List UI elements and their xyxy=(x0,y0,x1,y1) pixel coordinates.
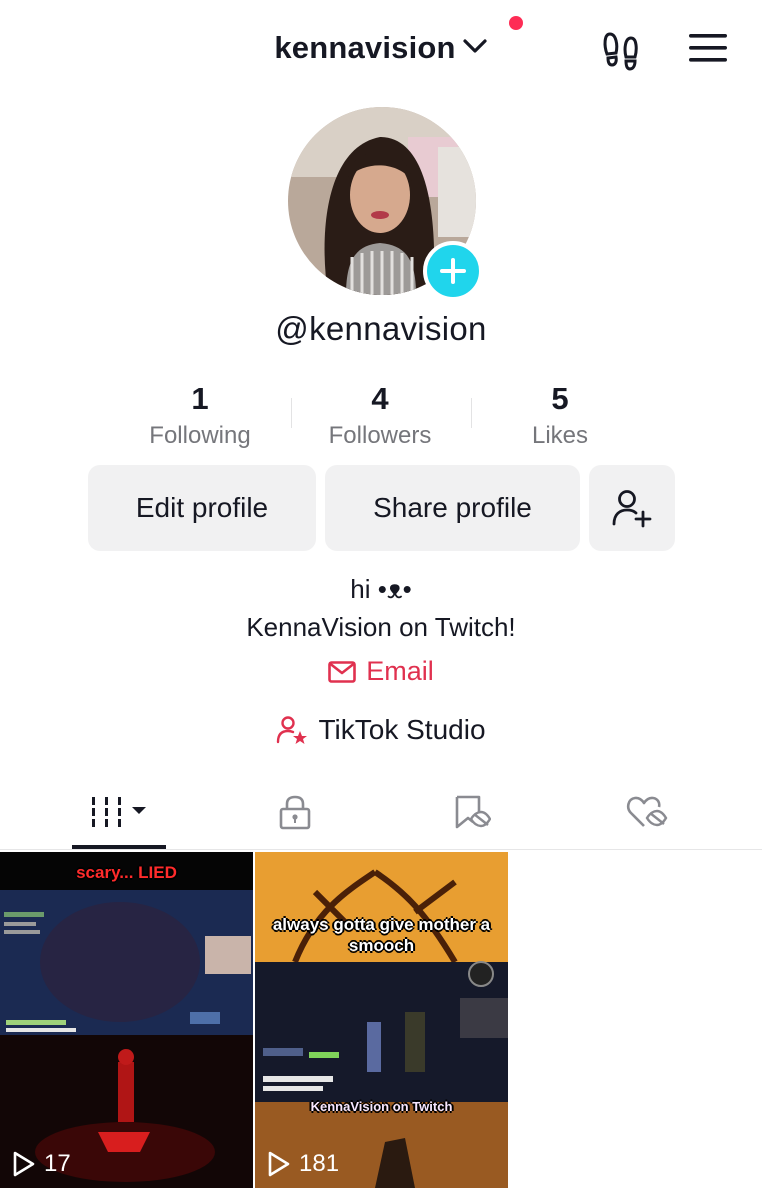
grid-icon xyxy=(92,797,146,827)
bio-line-1: hi •ᴥ• xyxy=(350,574,412,604)
bio-line-2: KennaVision on Twitch! xyxy=(246,612,516,642)
menu-icon[interactable] xyxy=(688,31,728,65)
stat-label: Following xyxy=(149,422,251,449)
video-caption: scary... LIED xyxy=(76,863,177,882)
tab-videos[interactable] xyxy=(72,780,166,844)
email-label: Email xyxy=(366,656,434,686)
add-friends-button[interactable] xyxy=(589,465,675,551)
stat-label: Likes xyxy=(531,422,589,449)
video-thumbnail[interactable]: scary... LIED 17 xyxy=(0,852,253,1188)
video-thumbnail[interactable]: always gotta give mother a smooch KennaV… xyxy=(255,852,508,1188)
creator-star-icon xyxy=(277,716,308,744)
footprints-icon[interactable] xyxy=(600,28,644,72)
studio-label: TikTok Studio xyxy=(318,714,486,745)
add-user-icon xyxy=(612,490,652,528)
chevron-down-icon xyxy=(462,37,488,60)
tab-private[interactable] xyxy=(248,780,342,844)
play-icon xyxy=(13,1151,35,1177)
profile-handle: @kennavision xyxy=(275,310,487,347)
stat-followers[interactable]: 4 Followers xyxy=(290,380,470,454)
stat-value: 5 xyxy=(551,381,569,416)
username-switcher[interactable]: kennavision xyxy=(0,26,762,70)
email-link[interactable]: Email xyxy=(0,656,762,687)
stat-likes[interactable]: 5 Likes xyxy=(470,380,650,454)
view-count: 17 xyxy=(12,1150,71,1178)
view-count-value: 17 xyxy=(44,1150,71,1177)
stat-value: 1 xyxy=(191,381,209,416)
stat-following[interactable]: 1 Following xyxy=(110,380,290,454)
stat-label: Followers xyxy=(328,422,432,449)
tiktok-studio-link[interactable]: TikTok Studio xyxy=(0,714,762,746)
edit-profile-button[interactable]: Edit profile xyxy=(88,465,316,551)
heart-hidden-icon xyxy=(626,796,668,827)
tabs-divider xyxy=(0,849,762,850)
video-caption: always gotta give mother a smooch xyxy=(272,915,491,955)
add-story-button[interactable] xyxy=(423,241,483,301)
notification-dot xyxy=(509,16,523,30)
username: kennavision xyxy=(274,30,456,65)
view-count-value: 181 xyxy=(299,1150,340,1177)
share-profile-button[interactable]: Share profile xyxy=(325,465,580,551)
tab-liked[interactable] xyxy=(600,780,694,844)
plus-icon xyxy=(440,258,466,284)
bookmark-hidden-icon xyxy=(455,795,491,829)
play-icon xyxy=(268,1151,290,1177)
tab-saved[interactable] xyxy=(424,780,518,844)
stat-value: 4 xyxy=(371,381,389,416)
mail-icon xyxy=(328,660,357,683)
video-subcaption: KennaVision on Twitch xyxy=(310,1099,453,1114)
view-count: 181 xyxy=(267,1150,339,1178)
lock-icon xyxy=(279,795,311,830)
